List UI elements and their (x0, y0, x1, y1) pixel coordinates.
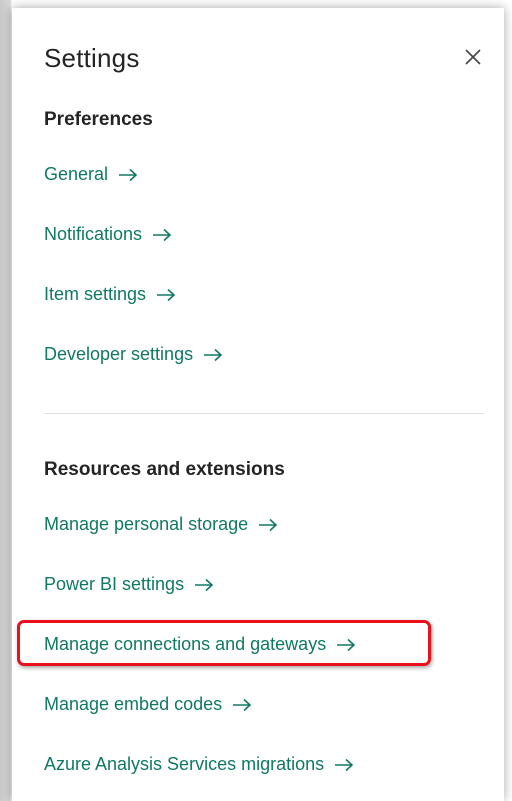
arrow-right-icon (232, 698, 252, 712)
link-label: Developer settings (44, 344, 194, 364)
panel-title: Settings (44, 43, 140, 73)
arrow-right-icon (203, 348, 223, 362)
link-developer-settings[interactable]: Developer settings (44, 344, 223, 365)
link-label: Manage personal storage (44, 514, 249, 534)
section-divider (44, 413, 484, 414)
link-label: Manage connections and gateways (44, 634, 327, 654)
link-label: Notifications (44, 224, 143, 244)
arrow-right-icon (258, 518, 278, 532)
arrow-right-icon (334, 758, 354, 772)
link-manage-connections-gateways[interactable]: Manage connections and gateways (44, 634, 356, 655)
arrow-right-icon (118, 168, 138, 182)
link-general[interactable]: General (44, 164, 138, 185)
link-label: General (44, 164, 109, 184)
link-label: Power BI settings (44, 574, 185, 594)
settings-panel: Settings Preferences General Notificatio… (12, 8, 504, 801)
link-azure-analysis-services-migrations[interactable]: Azure Analysis Services migrations (44, 754, 354, 775)
screenshot-stage: Settings Preferences General Notificatio… (0, 0, 512, 801)
link-label: Item settings (44, 284, 147, 304)
link-label: Azure Analysis Services migrations (44, 754, 325, 774)
link-manage-personal-storage[interactable]: Manage personal storage (44, 514, 278, 535)
arrow-right-icon (194, 578, 214, 592)
link-notifications[interactable]: Notifications (44, 224, 172, 245)
preferences-heading: Preferences (44, 109, 153, 130)
link-label: Manage embed codes (44, 694, 223, 714)
arrow-right-icon (156, 288, 176, 302)
arrow-right-icon (336, 638, 356, 652)
link-power-bi-settings[interactable]: Power BI settings (44, 574, 214, 595)
close-icon (465, 49, 481, 65)
link-manage-embed-codes[interactable]: Manage embed codes (44, 694, 252, 715)
resources-heading: Resources and extensions (44, 459, 285, 480)
link-item-settings[interactable]: Item settings (44, 284, 176, 305)
arrow-right-icon (152, 228, 172, 242)
close-button[interactable] (461, 45, 485, 69)
